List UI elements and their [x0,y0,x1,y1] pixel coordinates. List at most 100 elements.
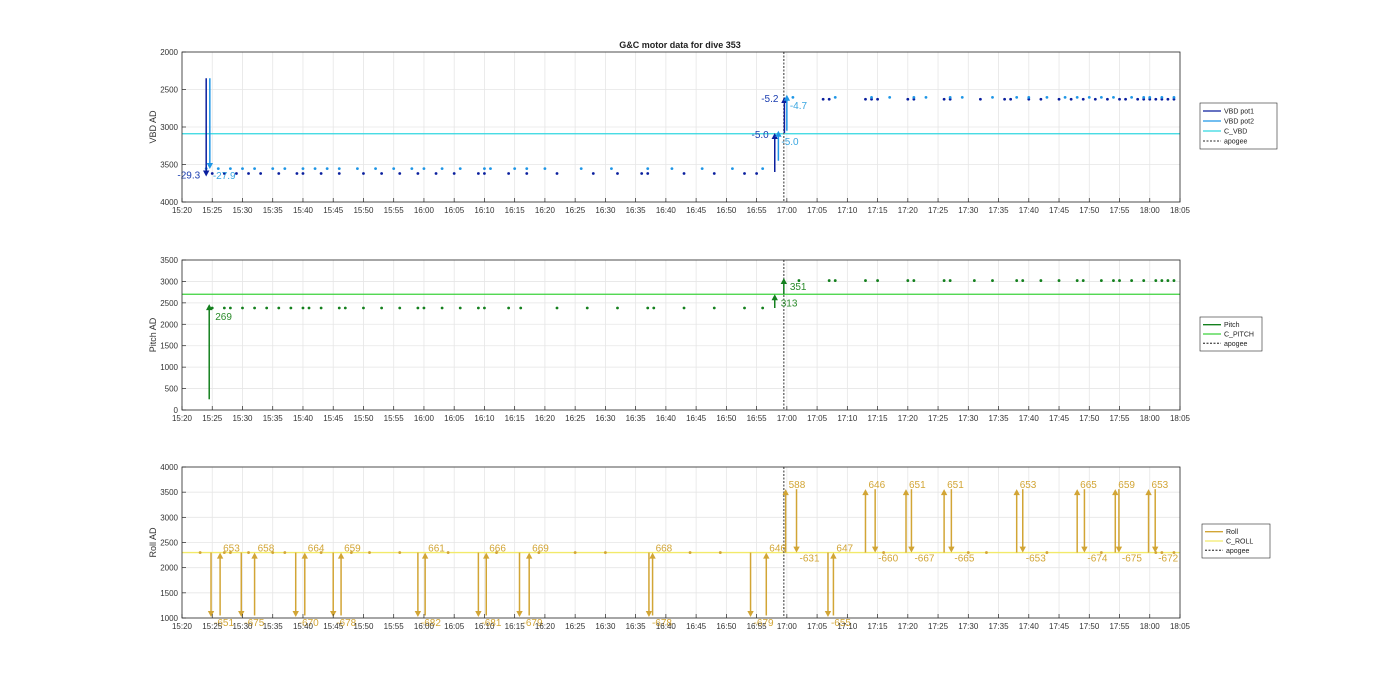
data-point-pitch [362,306,365,310]
event-label: 665 [1080,480,1097,491]
data-point-vbd-pot1 [434,172,438,175]
x-tick-label: 16:10 [474,414,495,423]
y-tick-label: 3000 [160,513,178,522]
data-point-vbd-pot1 [1124,97,1127,101]
data-point-roll [446,551,450,554]
x-tick-label: 17:35 [989,414,1010,423]
x-tick-label: 15:55 [384,206,405,215]
x-tick-label: 15:40 [293,206,314,215]
x-tick-label: 15:25 [202,206,223,215]
x-tick-label: 16:35 [626,206,647,215]
data-point-vbd-pot2 [991,95,994,99]
data-point-vbd-pot1 [712,172,716,175]
data-point-vbd-pot1 [525,172,529,175]
x-tick-label: 17:50 [1079,206,1100,215]
x-tick-label: 15:55 [384,622,405,631]
data-point-pitch [1118,279,1121,282]
data-point-vbd-pot1 [1154,97,1158,101]
x-tick-label: 16:10 [474,622,495,631]
data-point-roll [573,551,577,554]
data-point-vbd-pot2 [1160,95,1164,99]
x-tick-label: 17:55 [1109,206,1130,215]
x-tick-label: 17:40 [1019,206,1040,215]
y-tick-label: 0 [174,406,179,415]
data-point-vbd-pot2 [646,167,650,171]
y-tick-label: 2500 [160,539,178,548]
data-point-vbd-pot1 [398,172,402,175]
x-tick-label: 16:40 [656,622,677,631]
event-label: 669 [532,544,549,555]
x-tick-label: 17:30 [958,206,979,215]
data-point-pitch [289,306,293,310]
x-tick-label: 17:00 [777,206,798,215]
data-point-pitch [833,279,837,282]
data-point-pitch [319,306,323,310]
data-point-vbd-pot1 [640,172,644,175]
data-point-vbd-pot2 [670,167,674,171]
data-point-pitch [991,279,994,282]
x-tick-label: 17:40 [1019,622,1040,631]
data-point-pitch [682,306,686,310]
event-label: -667 [914,554,934,565]
data-point-vbd-pot2 [301,167,305,171]
y-tick-label: 4000 [160,463,178,472]
y-tick-label: 2500 [160,299,178,308]
x-tick-label: 17:50 [1079,414,1100,423]
legend-label: VBD pot1 [1224,109,1254,116]
data-point-pitch [1039,279,1043,282]
event-label: 646 [868,480,885,491]
x-tick-label: 16:40 [656,206,677,215]
x-tick-label: 16:40 [656,414,677,423]
data-point-pitch [458,306,462,310]
data-point-roll [198,551,202,554]
data-point-vbd-pot1 [1057,97,1061,101]
data-point-vbd-pot2 [731,167,734,171]
event-label: 664 [308,544,325,555]
data-point-vbd-pot1 [591,172,595,175]
data-point-vbd-pot2 [392,167,396,171]
data-point-vbd-pot1 [416,172,420,175]
x-tick-label: 17:55 [1109,622,1130,631]
data-point-pitch [241,306,244,310]
event-label: 269 [215,312,232,323]
y-tick-label: 3500 [160,161,178,170]
data-point-vbd-pot2 [948,95,952,99]
x-tick-label: 16:05 [444,414,465,423]
data-point-vbd-pot1 [380,172,383,175]
x-tick-label: 16:30 [595,414,616,423]
data-point-pitch [380,306,383,310]
x-tick-label: 17:35 [989,622,1010,631]
data-point-pitch [1081,279,1085,282]
event-label: 659 [344,544,361,555]
y-tick-label: 2500 [160,86,178,95]
figure-title: G&C motor data for dive 353 [619,40,741,50]
event-label: 351 [790,282,807,293]
data-point-vbd-pot1 [1136,97,1140,101]
x-tick-label: 17:20 [898,622,919,631]
data-point-pitch [652,306,656,310]
x-tick-label: 18:05 [1170,414,1191,423]
y-axis-label: Roll AD [148,527,158,558]
data-point-vbd-pot2 [1075,95,1079,99]
data-point-vbd-pot2 [912,95,916,99]
x-tick-label: 17:10 [837,414,858,423]
data-point-vbd-pot1 [555,172,559,175]
data-point-vbd-pot2 [960,95,964,99]
x-tick-label: 16:00 [414,622,435,631]
data-point-pitch [519,306,523,310]
data-point-vbd-pot1 [755,172,759,175]
data-point-pitch [307,306,311,310]
data-point-vbd-pot1 [827,97,831,101]
event-label: 653 [223,544,240,555]
x-tick-label: 15:35 [263,622,284,631]
x-tick-label: 17:45 [1049,622,1070,631]
x-tick-label: 18:00 [1140,622,1161,631]
data-point-pitch [1172,279,1176,282]
data-point-vbd-pot2 [525,167,529,171]
x-tick-label: 15:20 [172,206,193,215]
x-tick-label: 15:40 [293,414,314,423]
x-tick-label: 15:50 [353,622,374,631]
data-point-roll [1045,551,1049,554]
plot-area [182,260,1180,410]
x-tick-label: 16:15 [505,414,526,423]
